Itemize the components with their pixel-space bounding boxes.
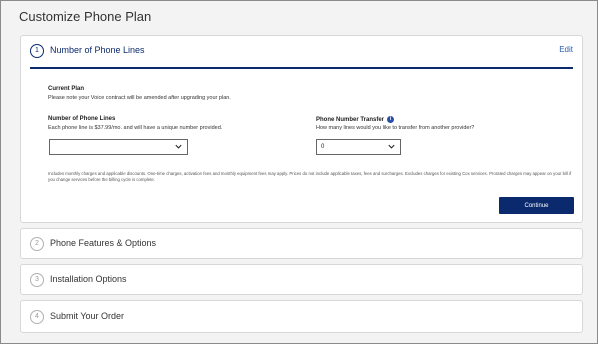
chevron-down-icon bbox=[388, 144, 395, 149]
step-number-badge: 1 bbox=[30, 44, 44, 58]
step-header: 3 Installation Options bbox=[21, 265, 582, 295]
current-plan-heading: Current Plan bbox=[48, 86, 85, 92]
info-icon[interactable]: i bbox=[387, 116, 395, 123]
pricing-disclaimer: Includes monthly charges and applicable … bbox=[48, 171, 572, 182]
step-header: 2 Phone Features & Options bbox=[21, 229, 582, 259]
step-number-of-phone-lines: 1 Number of Phone Lines Edit Current Pla… bbox=[20, 35, 583, 223]
step-phone-features[interactable]: 2 Phone Features & Options bbox=[20, 228, 583, 259]
edit-link[interactable]: Edit bbox=[559, 45, 573, 54]
continue-button[interactable]: Continue bbox=[499, 197, 574, 214]
progress-line bbox=[30, 67, 573, 69]
step-header: 1 Number of Phone Lines Edit bbox=[21, 36, 582, 66]
step-title: Installation Options bbox=[50, 274, 127, 284]
step-header: 4 Submit Your Order bbox=[21, 302, 582, 332]
transfer-label-row: Phone Number Transfer i bbox=[316, 116, 395, 124]
phone-lines-help: Each phone line is $37.99/mo. and will h… bbox=[48, 125, 223, 131]
transfer-value: 0 bbox=[321, 144, 325, 150]
chevron-down-icon bbox=[175, 144, 182, 149]
transfer-label: Phone Number Transfer bbox=[316, 117, 385, 124]
step-number-badge: 2 bbox=[30, 237, 44, 251]
page-title: Customize Phone Plan bbox=[19, 9, 152, 24]
step-title: Number of Phone Lines bbox=[50, 45, 145, 55]
step-installation-options[interactable]: 3 Installation Options bbox=[20, 264, 583, 295]
phone-lines-select[interactable] bbox=[49, 139, 188, 155]
transfer-select[interactable]: 0 bbox=[316, 139, 401, 155]
step-number-badge: 3 bbox=[30, 273, 44, 287]
step-title: Phone Features & Options bbox=[50, 238, 157, 248]
current-plan-note: Please note your Voice contract will be … bbox=[48, 95, 231, 101]
phone-lines-label: Number of Phone Lines bbox=[48, 116, 116, 122]
step-number-badge: 4 bbox=[30, 310, 44, 324]
step-submit-order[interactable]: 4 Submit Your Order bbox=[20, 300, 583, 333]
step-title: Submit Your Order bbox=[50, 311, 125, 321]
transfer-help: How many lines would you like to transfe… bbox=[316, 125, 475, 131]
